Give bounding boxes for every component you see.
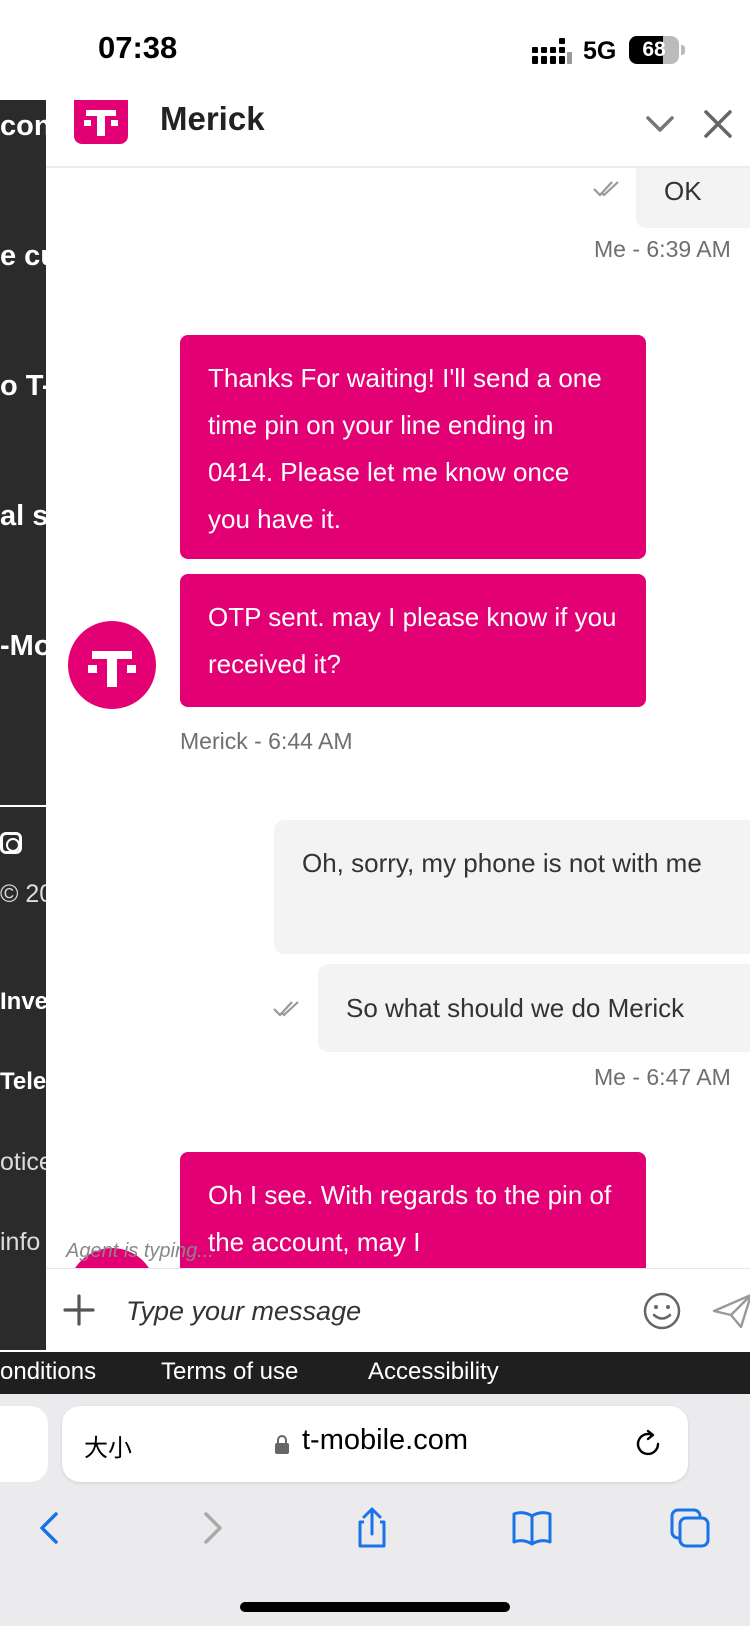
- previous-tab-preview[interactable]: [0, 1406, 48, 1482]
- message-text: So what should we do Merick: [346, 993, 685, 1023]
- agent-message-bubble: OTP sent. may I please know if you recei…: [180, 574, 646, 707]
- text-size-button[interactable]: 大小: [84, 1428, 132, 1463]
- agent-name: Merick: [160, 100, 265, 137]
- message-composer: [46, 1268, 750, 1352]
- forward-icon[interactable]: [190, 1506, 234, 1550]
- browser-bar: 大小 t-mobile.com: [0, 1394, 750, 1626]
- emoji-icon[interactable]: [642, 1291, 682, 1331]
- chat-panel: Merick OK Me - 6:39 AM Thanks For waitin…: [46, 100, 750, 1352]
- message-text: Oh, sorry, my phone is not with me: [302, 848, 702, 878]
- lock-icon: [275, 1435, 289, 1454]
- my-message-bubble: Oh, sorry, my phone is not with me: [274, 820, 750, 954]
- chat-header: Merick: [46, 100, 750, 168]
- agent-message-bubble: Thanks For waiting! I'll send a one time…: [180, 335, 646, 559]
- bg-text: -Mo: [0, 630, 46, 662]
- battery-icon: 68: [629, 36, 685, 64]
- bg-text: cons: [0, 110, 46, 142]
- reload-icon[interactable]: [632, 1428, 664, 1460]
- tmobile-logo-icon: [74, 100, 128, 144]
- url-text: t-mobile.com: [302, 1424, 468, 1456]
- status-time: 07:38: [98, 30, 178, 65]
- divider: [0, 805, 46, 807]
- footer-link-conditions[interactable]: onditions: [0, 1358, 96, 1386]
- bg-link[interactable]: info: [0, 1228, 40, 1257]
- agent-avatar: [68, 621, 156, 709]
- message-text: Thanks For waiting! I'll send a one time…: [208, 363, 602, 534]
- close-icon[interactable]: [698, 104, 738, 144]
- signal-strength-icon: [532, 38, 572, 64]
- instagram-icon[interactable]: [0, 832, 22, 854]
- footer-link-accessibility[interactable]: Accessibility: [368, 1358, 499, 1386]
- footer-link-terms[interactable]: Terms of use: [161, 1358, 298, 1386]
- send-icon[interactable]: [711, 1291, 750, 1331]
- message-text: OTP sent. may I please know if you recei…: [208, 602, 617, 679]
- agent-message-bubble: Oh I see. With regards to the pin of the…: [180, 1152, 646, 1268]
- read-receipt-icon: [273, 1001, 299, 1017]
- message-input[interactable]: [126, 1285, 586, 1337]
- message-timestamp: Merick - 6:44 AM: [180, 728, 353, 754]
- message-text: OK: [664, 176, 702, 206]
- typing-indicator: Agent is typing...: [66, 1240, 214, 1262]
- message-list[interactable]: OK Me - 6:39 AM Thanks For waiting! I'll…: [46, 168, 750, 1268]
- my-message-bubble: So what should we do Merick: [318, 964, 750, 1052]
- tabs-icon[interactable]: [668, 1506, 712, 1550]
- battery-level: 68: [642, 38, 666, 61]
- message-text: Oh I see. With regards to the pin of the…: [208, 1180, 612, 1257]
- bg-text: o T-: [0, 370, 46, 402]
- bg-copyright: © 20: [0, 880, 46, 908]
- share-icon[interactable]: [350, 1506, 394, 1550]
- status-bar: 07:38 5G 68: [0, 0, 750, 100]
- home-indicator: [240, 1602, 510, 1612]
- attach-plus-icon[interactable]: [62, 1293, 96, 1327]
- footer-links: onditions Terms of use Accessibility: [0, 1352, 750, 1394]
- bg-text: e cu: [0, 240, 46, 272]
- message-timestamp: Me - 6:39 AM: [594, 236, 731, 262]
- read-receipt-icon: [593, 181, 619, 197]
- minimize-chevron-icon[interactable]: [640, 104, 680, 144]
- my-message-bubble: OK: [636, 168, 750, 228]
- bg-text: al s: [0, 500, 46, 532]
- bg-link[interactable]: Inve: [0, 988, 46, 1016]
- back-icon[interactable]: [28, 1506, 72, 1550]
- message-timestamp: Me - 6:47 AM: [594, 1064, 731, 1090]
- bookmarks-icon[interactable]: [510, 1506, 554, 1550]
- network-type: 5G: [583, 37, 617, 65]
- bg-link[interactable]: Tele: [0, 1068, 46, 1096]
- background-page: cons e cu o T- al s -Mo © 20 Inve Tele o…: [0, 100, 46, 1350]
- bg-link[interactable]: otice: [0, 1148, 46, 1177]
- address-bar[interactable]: 大小 t-mobile.com: [62, 1406, 688, 1482]
- tmobile-avatar-icon: [88, 651, 136, 687]
